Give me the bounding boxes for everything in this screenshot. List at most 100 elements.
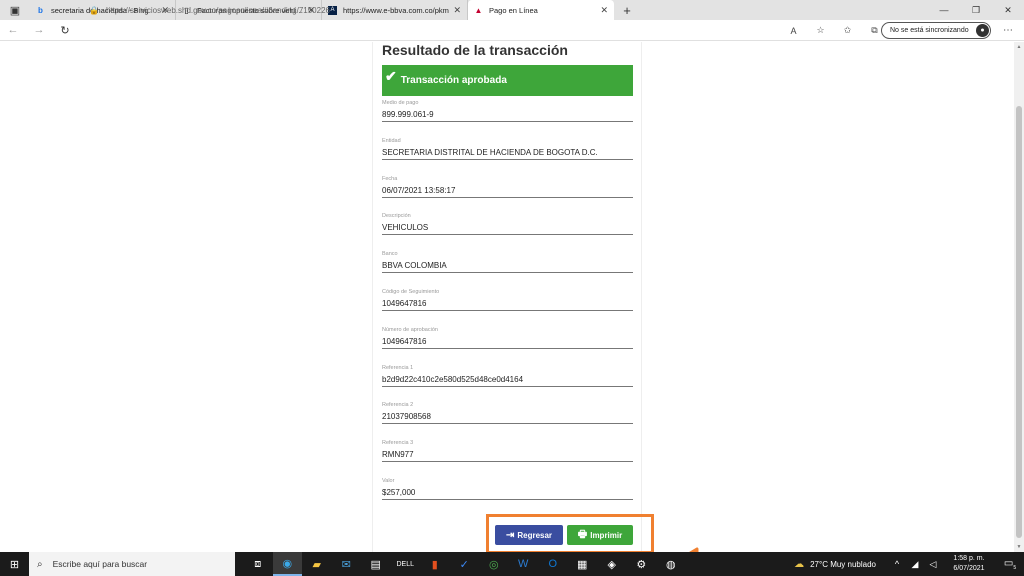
taskbar-apps: ⧈ ◉ ▰ ✉ ▤ DELL ▮ ✓ ◎ W O ▦ ◈ ⚙ ◍ — [243, 552, 686, 576]
transaction-field: Código de Seguimiento 1049647816 — [382, 289, 633, 311]
file-explorer-icon[interactable]: ▰ — [302, 552, 332, 576]
transaction-field: Referencia 3 RMN977 — [382, 440, 633, 463]
office-icon[interactable]: ▮ — [420, 552, 450, 576]
transaction-field: Número de aprobación 1049647816 — [382, 327, 633, 349]
field-value: VEHICULOS — [382, 223, 429, 233]
read-aloud-icon[interactable]: A — [780, 26, 807, 36]
clock[interactable]: 1:58 p. m. 6/07/2021 — [942, 554, 996, 574]
mail-icon[interactable]: ✉ — [332, 552, 362, 576]
field-label: Descripción — [382, 213, 411, 220]
field-label: Referencia 1 — [382, 364, 414, 371]
field-value: BBVA COLOMBIA — [382, 261, 447, 271]
vertical-scrollbar[interactable]: ▲ ▼ — [1014, 42, 1024, 552]
chevron-up-icon[interactable]: ^ — [888, 559, 906, 570]
page-content: Resultado de la transacción ✔ Transacció… — [0, 42, 1014, 552]
field-value: RMN977 — [382, 450, 414, 460]
status-banner: ✔ Transacción aprobada — [382, 65, 633, 96]
minimize-icon[interactable]: — — [928, 0, 960, 20]
notification-count: 5 — [1013, 564, 1017, 571]
scroll-up-icon[interactable]: ▲ — [1014, 44, 1024, 50]
todo-icon[interactable]: ✓ — [450, 552, 480, 576]
sync-button[interactable]: No se está sincronizando ● — [881, 22, 991, 39]
field-label: Medio de pago — [382, 100, 419, 106]
transaction-field: Referencia 2 21037908568 — [382, 402, 633, 425]
taskbar: ⊞ ⌕ Escribe aquí para buscar ⧈ ◉ ▰ ✉ ▤ D… — [0, 552, 1024, 576]
transaction-field: Entidad SECRETARIA DISTRITAL DE HACIENDA … — [382, 138, 633, 160]
forward-arrow-icon[interactable]: → — [26, 20, 52, 41]
more-options-icon[interactable]: ⋯ — [998, 20, 1018, 41]
network-icon[interactable]: ◢ — [906, 559, 924, 570]
sync-label: No se está sincronizando — [890, 27, 969, 34]
field-value: 21037908568 — [382, 412, 431, 422]
transaction-field: Valor $257,000 — [382, 478, 633, 500]
field-value: SECRETARIA DISTRITAL DE HACIENDA DE BOGO… — [382, 147, 598, 157]
buttons-highlight-box: ⇥ Regresar 🖶 Imprimir — [486, 514, 654, 552]
weather-text: 27°C Muy nublado — [810, 559, 876, 569]
field-value: 06/07/2021 13:58:17 — [382, 185, 456, 195]
transaction-field: Banco BBVA COLOMBIA — [382, 251, 633, 274]
field-value: b2d9d22c410c2e580d525d48ce0d4164 — [382, 374, 524, 384]
field-label: Número de aprobación — [382, 326, 438, 333]
avatar: ● — [976, 24, 989, 37]
status-text: Transacción aprobada — [400, 75, 507, 86]
scroll-down-icon[interactable]: ▼ — [1014, 544, 1024, 550]
close-window-icon[interactable]: ✕ — [992, 0, 1024, 20]
task-view-icon[interactable]: ⧈ — [243, 552, 273, 576]
field-value: 1049647816 — [382, 336, 427, 346]
word-icon[interactable]: W — [509, 552, 539, 576]
scrollbar-thumb[interactable] — [1016, 106, 1022, 538]
field-label: Referencia 3 — [382, 440, 414, 447]
back-arrow-icon[interactable]: ← — [0, 20, 26, 41]
outlook-icon[interactable]: O — [538, 552, 568, 576]
field-label: Fecha — [382, 175, 398, 182]
calculator-icon[interactable]: ▦ — [568, 552, 598, 576]
system-tray: ☁ 27°C Muy nublado ^ ◢ ◁ 1:58 p. m. 6/07… — [794, 552, 1024, 576]
weather-widget[interactable]: ☁ 27°C Muy nublado — [794, 559, 876, 570]
field-label: Entidad — [382, 137, 401, 144]
cloud-icon: ☁ — [794, 558, 805, 570]
volume-icon[interactable]: ◁ — [924, 559, 942, 570]
address-bar-icons: A ☆ ✩ ⧉ — [780, 20, 888, 41]
maps-icon[interactable]: ◈ — [597, 552, 627, 576]
tab-actions-icon[interactable]: ▣ — [0, 0, 30, 20]
check-icon: ✔ — [385, 68, 397, 84]
favorite-add-icon[interactable]: ☆ — [807, 25, 834, 36]
field-value: 1049647816 — [382, 299, 427, 308]
favorites-icon[interactable]: ✩ — [834, 25, 861, 36]
window-controls: — ❐ ✕ — [928, 0, 1024, 20]
taskbar-search[interactable]: ⌕ Escribe aquí para buscar — [29, 552, 235, 576]
store-icon[interactable]: ▤ — [361, 552, 391, 576]
url-field[interactable]: 🔒 https://serviciosweb.shd.gov.co/pagoen… — [89, 3, 839, 18]
field-label: Banco — [382, 251, 398, 258]
dell-icon[interactable]: DELL — [391, 552, 421, 576]
back-button[interactable]: ⇥ Regresar — [495, 525, 563, 545]
search-placeholder: Escribe aquí para buscar — [52, 559, 148, 569]
clock-date: 6/07/2021 — [953, 565, 985, 572]
refresh-icon[interactable]: ↻ — [52, 20, 78, 41]
windows-start-icon[interactable]: ⊞ — [0, 552, 29, 576]
lock-icon[interactable]: 🔒 — [89, 6, 99, 15]
chrome-icon[interactable]: ◎ — [479, 552, 509, 576]
edge-icon[interactable]: ◉ — [272, 552, 302, 576]
print-button[interactable]: 🖶 Imprimir — [567, 525, 633, 545]
field-value: 899.999.061-9 — [382, 110, 434, 119]
field-label: Valor — [382, 478, 395, 484]
restore-icon[interactable]: ❐ — [960, 0, 992, 20]
clock-time: 1:58 p. m. — [953, 555, 985, 562]
transaction-field: Medio de pago 899.999.061-9 — [382, 100, 633, 122]
power-automate-icon[interactable]: ◍ — [656, 552, 686, 576]
field-label: Código de Seguimiento — [382, 289, 440, 295]
field-value: $257,000 — [382, 488, 416, 497]
field-label: Referencia 2 — [382, 402, 414, 409]
back-button-label: Regresar — [517, 530, 553, 540]
tray-icons: ^ ◢ ◁ — [888, 559, 942, 570]
settings-icon[interactable]: ⚙ — [627, 552, 657, 576]
search-icon: ⌕ — [37, 558, 43, 570]
print-button-label: Imprimir — [590, 530, 623, 540]
page-title: Resultado de la transacción — [382, 42, 568, 58]
transaction-field: Fecha 06/07/2021 13:58:17 — [382, 176, 633, 198]
transaction-field: Descripción VEHICULOS — [382, 213, 633, 236]
notifications-icon[interactable]: ▭5 — [996, 558, 1024, 571]
bing-icon: b — [38, 5, 43, 15]
printer-icon: 🖶 — [577, 528, 588, 540]
